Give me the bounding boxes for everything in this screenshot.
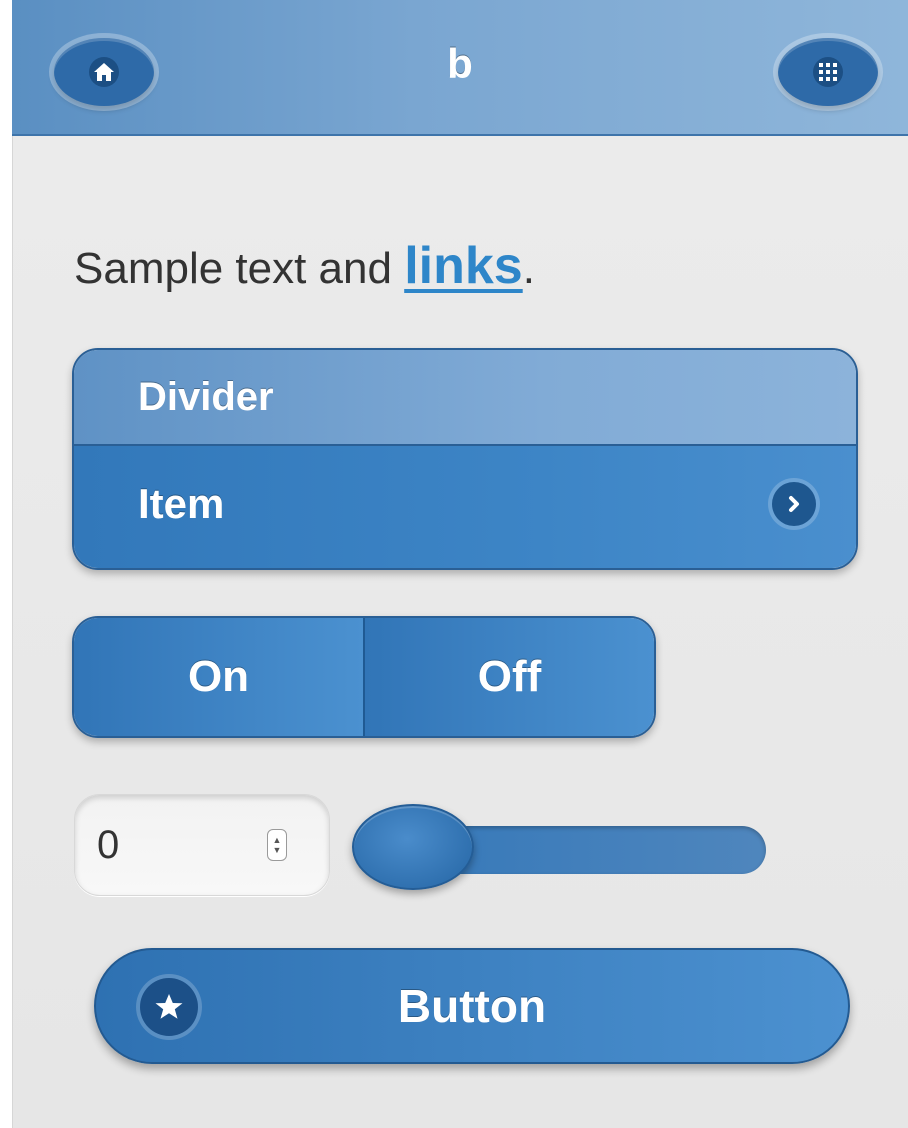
chevron-right-icon — [772, 482, 816, 526]
sample-text: Sample text and — [74, 244, 405, 293]
list-item-label: Item — [138, 480, 225, 527]
list-item[interactable]: Item — [74, 446, 856, 568]
number-input[interactable] — [97, 817, 237, 873]
sample-period: . — [522, 244, 535, 293]
menu-button[interactable] — [778, 38, 878, 106]
primary-button[interactable]: Button — [94, 948, 850, 1064]
list-view: Divider Item — [72, 348, 858, 570]
sample-link[interactable]: links — [404, 237, 523, 295]
header-bar: b — [12, 0, 908, 136]
toggle-on-button[interactable]: On — [74, 618, 365, 736]
number-input-wrapper: ▲ ▼ — [74, 794, 330, 896]
button-label: Button — [397, 980, 547, 1032]
app-frame: b Sample text and links. Divider Item On — [12, 0, 908, 1128]
sample-paragraph: Sample text and links. — [74, 236, 535, 296]
on-off-toggle: On Off — [72, 616, 656, 738]
spinner-down-icon: ▼ — [272, 845, 282, 855]
grid-icon — [813, 57, 843, 87]
toggle-off-button[interactable]: Off — [365, 618, 654, 736]
page-title: b — [447, 40, 473, 87]
slider-handle[interactable] — [352, 804, 474, 890]
spinner-up-icon: ▲ — [272, 835, 282, 845]
number-spinner[interactable]: ▲ ▼ — [267, 829, 287, 861]
list-divider: Divider — [74, 350, 856, 446]
